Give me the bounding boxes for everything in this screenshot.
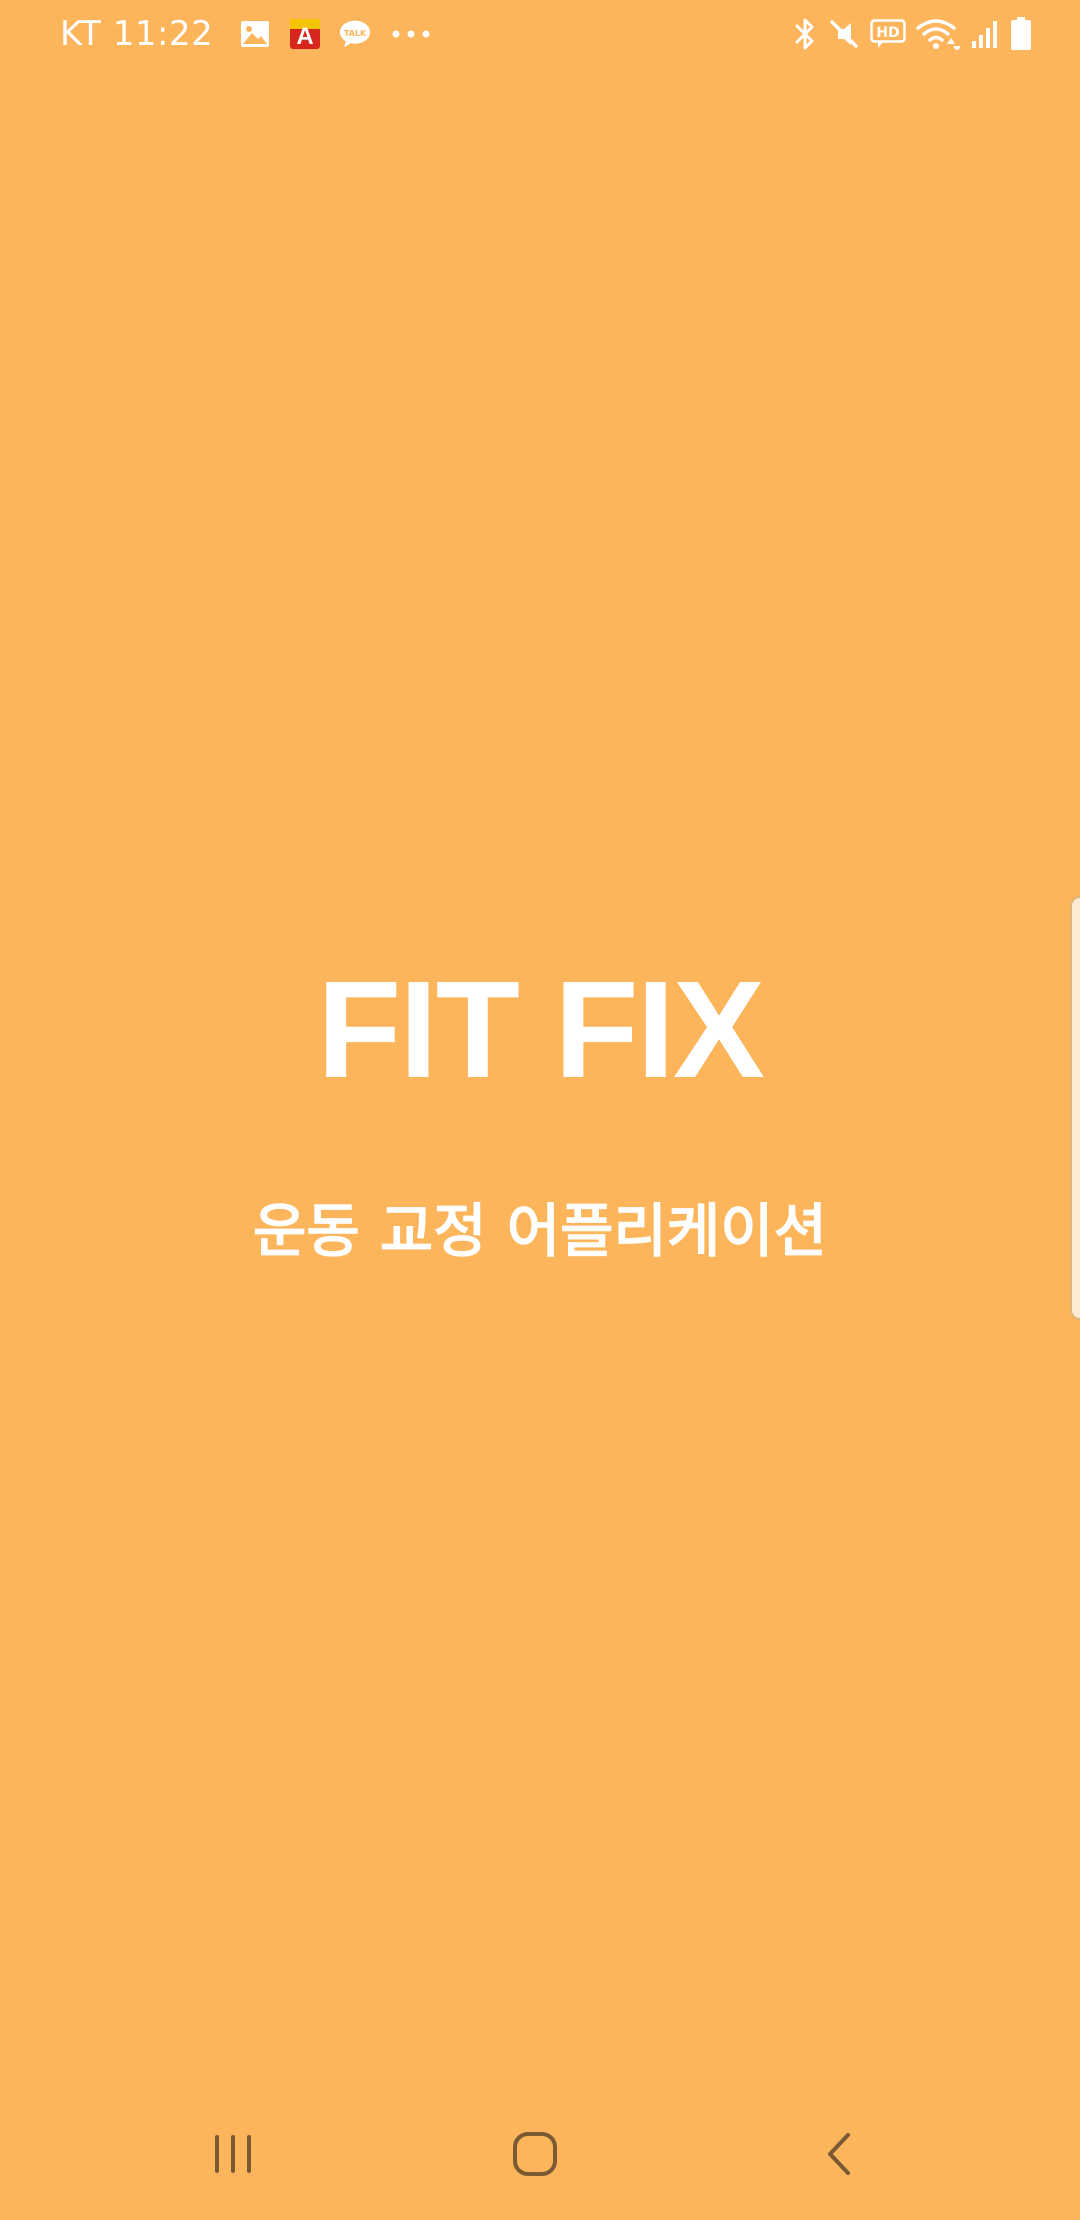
carrier-time: KT 11:22 [60, 14, 214, 54]
gallery-icon [239, 18, 271, 50]
wifi-icon [916, 17, 960, 51]
app-title: FIT FIX [317, 953, 765, 1107]
recent-apps-icon [215, 2135, 251, 2173]
battery-icon [1010, 17, 1032, 51]
splash-screen: KT 11:22 A TALK HD FIT FIX 운동 교정 어플리케이션 [0, 0, 1080, 2220]
app-subtitle: 운동 교정 어플리케이션 [253, 1197, 827, 1265]
status-bar-right: HD [782, 12, 1032, 56]
acrobat-icon: A [289, 18, 321, 50]
navigation-bar [0, 2088, 1080, 2220]
home-button[interactable] [475, 2112, 595, 2196]
status-bar-left: KT 11:22 A TALK [60, 12, 451, 56]
edge-panel-handle[interactable] [1070, 896, 1080, 1320]
acrobat-letter: A [297, 23, 314, 49]
back-icon [828, 2133, 850, 2175]
status-bar: KT 11:22 A TALK HD [0, 0, 1080, 66]
kakaotalk-icon: TALK [339, 18, 371, 50]
home-icon [513, 2132, 557, 2176]
hd-voice-icon: HD [870, 17, 906, 51]
mute-icon [828, 17, 860, 51]
bluetooth-icon [792, 17, 818, 51]
back-button[interactable] [779, 2112, 899, 2196]
recent-apps-button[interactable] [173, 2112, 293, 2196]
kakaotalk-badge: TALK [344, 29, 367, 38]
hd-label: HD [876, 25, 899, 41]
more-notifications-icon [389, 18, 433, 50]
signal-icon [970, 17, 1000, 51]
